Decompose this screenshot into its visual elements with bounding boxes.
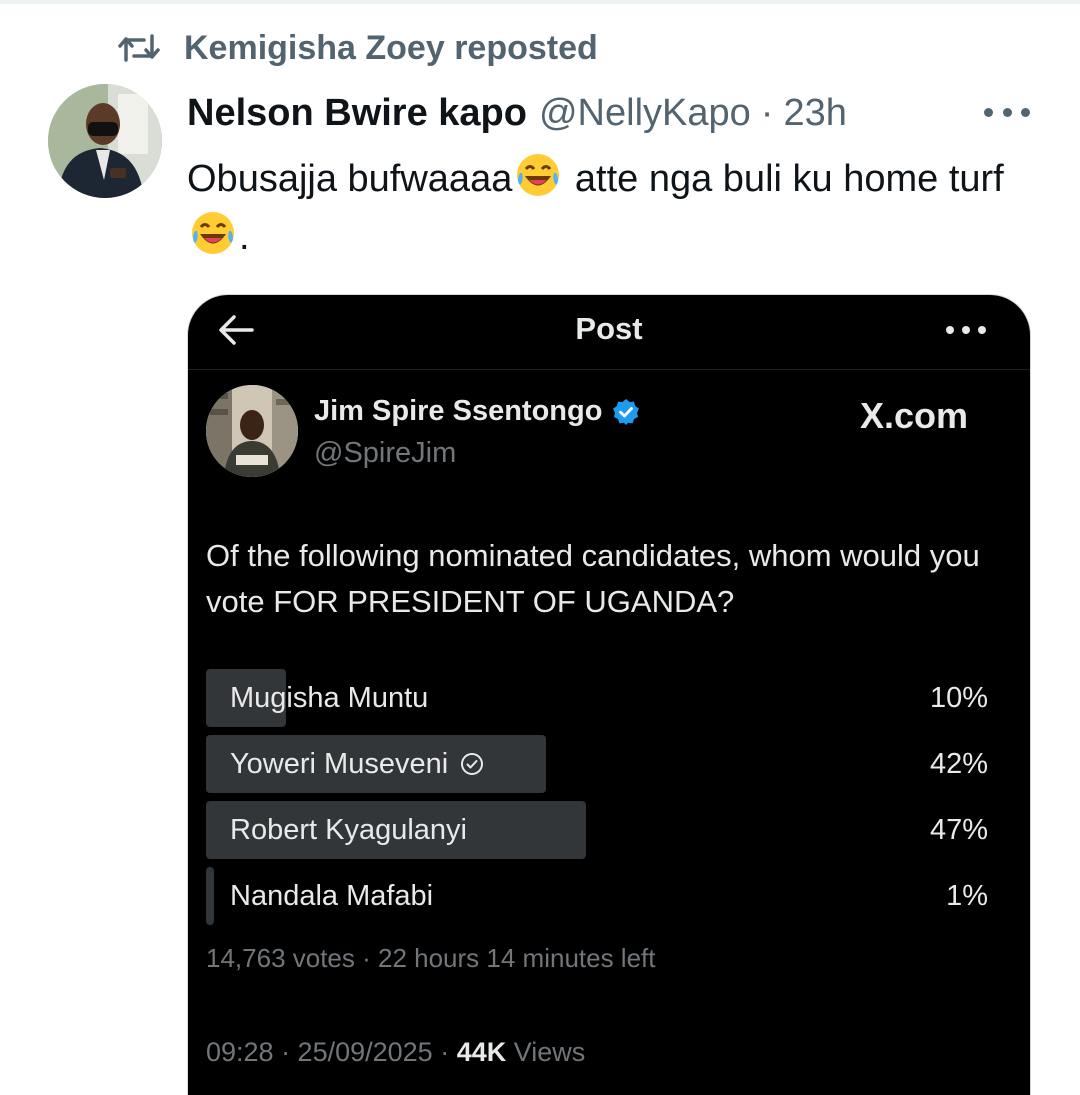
author-handle[interactable]: @NellyKapo [539,92,751,135]
tweet-text: Obusajja bufwaaaa atte nga buli ku home … [187,150,1047,266]
poll-option-percent: 1% [946,879,988,912]
tweet-text-part1: Obusajja bufwaaaa [187,158,513,200]
post-timestamp: 09:28 · 25/09/2025 · [206,1037,457,1067]
tweet-text-part3: . [239,216,250,258]
poll-option-bar [206,867,214,925]
laughing-crying-emoji-icon [192,212,234,254]
poll-option-percent: 47% [929,813,988,846]
repost-label[interactable]: Kemigisha Zoey reposted [184,29,598,68]
repost-icon [118,34,160,62]
laughing-crying-emoji-icon [517,154,560,196]
embedded-nav-divider [188,369,1030,370]
embedded-more-icon [946,326,986,336]
poll-option-label: Yoweri Museveni [230,747,449,780]
author-name[interactable]: Nelson Bwire kapo [187,92,527,135]
author-avatar[interactable] [48,84,162,198]
verified-badge-icon [613,398,640,425]
poll-option-label: Nandala Mafabi [230,879,434,912]
embedded-nav-title: Post [575,311,643,346]
embedded-author-name: Jim Spire Ssentongo [314,395,603,427]
embedded-author-handle: @SpireJim [314,437,457,469]
voted-check-icon [461,753,484,775]
poll-option-percent: 10% [929,681,988,714]
poll-meta: 14,763 votes · 22 hours 14 minutes left [206,943,656,973]
separator-dot: · [760,91,774,134]
x-com-watermark: X.com [860,395,969,436]
poll-option-percent: 42% [929,747,988,780]
poll-option: Yoweri Museveni 42% [206,735,988,793]
post-timestamp-views: 09:28 · 25/09/2025 · 44K Views [206,1037,585,1068]
poll-option-label-wrap: Yoweri Museveni [230,735,484,793]
poll-option: Robert Kyagulanyi 47% [206,801,988,859]
tweet-text-part2: atte nga buli ku home turf [564,158,1004,200]
poll-question: Of the following nominated candidates, w… [206,538,980,619]
top-divider [0,0,1080,4]
repost-indicator[interactable]: Kemigisha Zoey reposted [118,28,598,68]
embedded-author-avatar [206,385,298,477]
views-label: Views [506,1037,586,1067]
poll-option-label: Robert Kyagulanyi [230,813,467,846]
poll-option: Nandala Mafabi 1% [206,867,988,925]
embedded-author: Jim Spire Ssentongo [314,395,640,428]
views-count: 44K [456,1037,507,1067]
poll-option-label: Mugisha Muntu [230,681,429,714]
poll-option: Mugisha Muntu 10% [206,669,988,727]
embedded-post-screenshot[interactable]: Post Jim Spire Ssentongo @SpireJim X.com… [188,295,1030,1095]
poll-options: Mugisha Muntu 10% Yoweri Museveni 42% Ro… [206,669,988,933]
tweet-header: Nelson Bwire kapo @NellyKapo · 23h [187,86,847,140]
tweet-time[interactable]: 23h [783,92,846,135]
embedded-nav-bar: Post [188,295,1030,369]
more-options-icon[interactable] [984,100,1030,124]
